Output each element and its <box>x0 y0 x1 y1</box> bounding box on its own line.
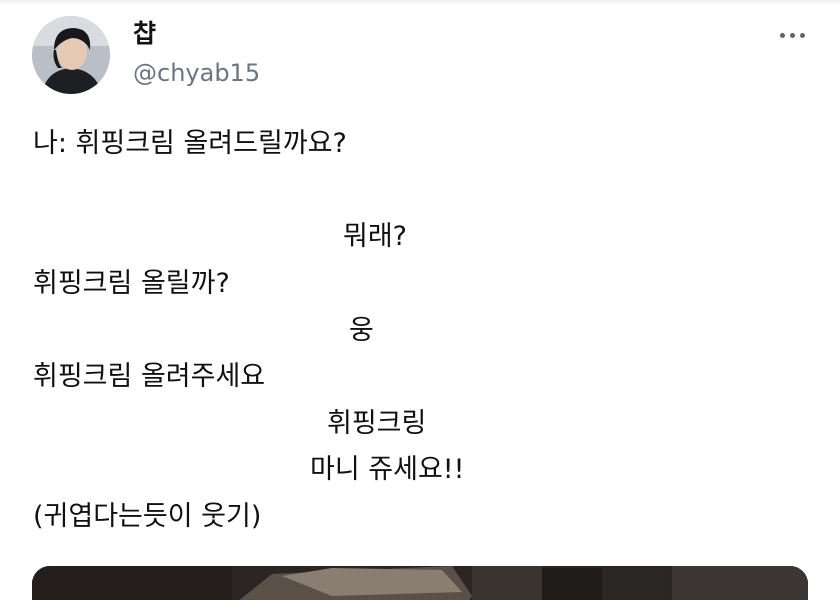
media-preview[interactable] <box>32 566 808 600</box>
avatar-image <box>32 16 110 94</box>
display-name[interactable]: 챱 <box>133 18 156 50</box>
tweet-text-line: 휘핑크림 올릴까? <box>33 268 230 299</box>
tweet-text-line: (귀엽다는듯이 웃기) <box>33 501 262 532</box>
avatar[interactable] <box>32 16 110 94</box>
tweet-text-line: 마니 쥬세요!! <box>310 454 465 485</box>
more-options-button[interactable] <box>770 20 814 50</box>
more-horizontal-icon <box>789 32 795 38</box>
tweet-text-line: 나: 휘핑크림 올려드릴까요? <box>33 128 347 159</box>
user-handle[interactable]: @chyab15 <box>133 57 260 89</box>
media-image <box>32 566 808 600</box>
tweet-text-line: 웅 <box>349 315 374 346</box>
tweet-text-line: 휘핑크림 올려주세요 <box>33 361 266 392</box>
tweet-text-line: 휘핑크링 <box>327 408 427 439</box>
more-horizontal-icon <box>799 32 805 38</box>
top-edge <box>0 0 840 6</box>
tweet-text-line: 뭐래? <box>343 221 408 252</box>
more-horizontal-icon <box>779 32 785 38</box>
